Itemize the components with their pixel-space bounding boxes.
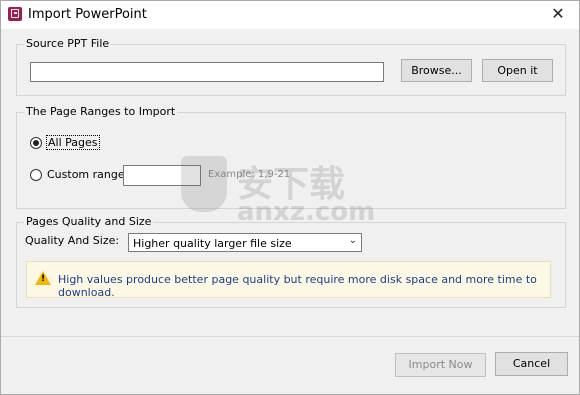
- chevron-down-icon: ⌄: [348, 235, 357, 246]
- quality-select-value: Higher quality larger file size: [133, 237, 292, 250]
- custom-range-example: Example: 1,9-21: [208, 169, 291, 180]
- custom-range-radio[interactable]: [30, 169, 42, 181]
- custom-range-input[interactable]: [123, 165, 201, 186]
- open-it-button[interactable]: Open it: [482, 59, 553, 82]
- warning-text: High values produce better page quality …: [58, 273, 537, 299]
- source-file-group-title: Source PPT File: [24, 37, 112, 50]
- window-title: Import PowerPoint: [28, 7, 147, 22]
- browse-button[interactable]: Browse...: [401, 59, 472, 82]
- page-ranges-group: The Page Ranges to Import: [16, 105, 566, 209]
- quality-label: Quality And Size:: [25, 234, 120, 247]
- quality-select[interactable]: Higher quality larger file size ⌄: [128, 233, 362, 252]
- custom-range-label[interactable]: Custom range:: [47, 168, 128, 181]
- all-pages-label[interactable]: All Pages: [46, 135, 100, 150]
- close-icon[interactable]: ✕: [547, 3, 569, 25]
- import-now-button[interactable]: Import Now: [395, 353, 486, 377]
- title-bar: Import PowerPoint ✕: [1, 1, 579, 29]
- page-ranges-group-title: The Page Ranges to Import: [24, 105, 178, 118]
- source-file-input[interactable]: [30, 62, 384, 82]
- quality-group-title: Pages Quality and Size: [24, 215, 154, 228]
- powerpoint-app-icon: [8, 7, 22, 21]
- all-pages-radio[interactable]: [30, 137, 42, 149]
- footer-divider: [1, 336, 579, 337]
- import-powerpoint-dialog: Import PowerPoint ✕ Source PPT File Brow…: [0, 0, 580, 395]
- cancel-button[interactable]: Cancel: [495, 352, 568, 376]
- warning-banner: ! High values produce better page qualit…: [26, 261, 551, 299]
